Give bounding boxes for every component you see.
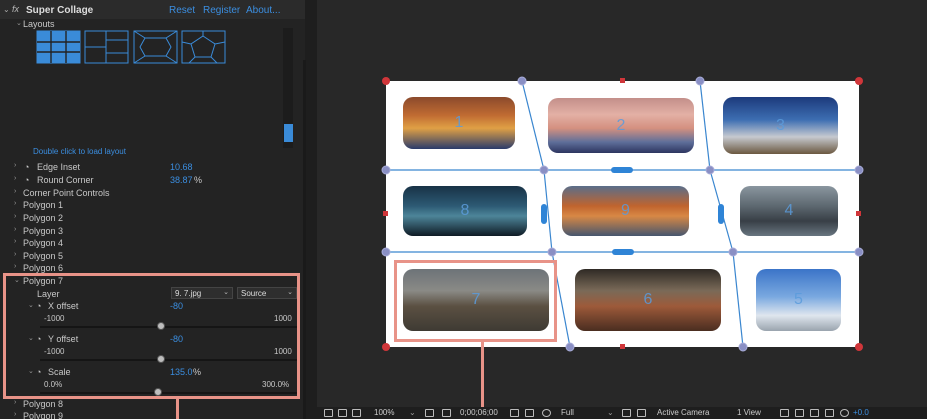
roi-icon[interactable] — [622, 409, 631, 417]
camera-select[interactable]: Active Camera — [657, 408, 709, 417]
highlight-connector — [176, 399, 179, 419]
transparency-icon[interactable] — [637, 409, 646, 417]
corner-point-controls-label: Corner Point Controls — [23, 188, 110, 198]
stopwatch-icon[interactable]: ◔ — [24, 162, 29, 172]
photo-number: 2 — [616, 116, 626, 134]
chevron-right-icon[interactable]: › — [14, 226, 22, 233]
polygon-7-highlight — [3, 273, 300, 399]
chevron-right-icon[interactable]: › — [14, 411, 22, 418]
guides-icon[interactable] — [795, 409, 804, 417]
photo-2[interactable]: 2 — [548, 98, 694, 153]
chevron-right-icon[interactable]: › — [14, 399, 22, 406]
photo-5[interactable]: 5 — [756, 269, 841, 331]
layout-grid-icon[interactable] — [36, 30, 81, 64]
polygon-label: Polygon 3 — [23, 226, 64, 236]
polygon-label: Polygon 8 — [23, 399, 64, 409]
color-icon[interactable] — [542, 409, 551, 417]
photo-number: 4 — [784, 202, 794, 219]
chevron-right-icon[interactable]: › — [14, 251, 22, 258]
zoom-select[interactable]: 100% — [374, 408, 394, 417]
flowchart-icon[interactable] — [825, 409, 834, 417]
edge-inset-label: Edge Inset — [37, 162, 81, 172]
photo-3[interactable]: 3 — [723, 97, 838, 154]
photo-7-highlight — [394, 260, 557, 342]
edge-inset-value[interactable]: 10.68 — [170, 162, 193, 172]
layouts-label: Layouts — [23, 19, 55, 29]
effect-header: ⌄ fx Super Collage Reset Register About.… — [0, 0, 305, 19]
photo-number: 1 — [454, 114, 464, 131]
collapse-icon[interactable]: ⌄ — [3, 5, 10, 14]
round-corner-value[interactable]: 38.87 — [170, 175, 193, 185]
layout-pentagon-icon[interactable] — [181, 30, 226, 64]
chevron-right-icon[interactable]: › — [14, 200, 22, 207]
round-corner-unit: % — [194, 175, 203, 185]
channel-icon[interactable] — [525, 409, 534, 417]
photo-8[interactable]: 8 — [403, 186, 527, 236]
polygon-label: Polygon 5 — [23, 251, 64, 261]
monitor-icon[interactable] — [324, 409, 333, 417]
photo-number: 5 — [794, 291, 803, 308]
effect-title: Super Collage — [26, 5, 94, 16]
panel-scrollbar[interactable] — [303, 60, 306, 419]
views-select[interactable]: 1 View — [737, 408, 761, 417]
timecode[interactable]: 0;00;06;00 — [460, 408, 498, 417]
stopwatch-icon[interactable]: ◔ — [24, 175, 29, 185]
mask-icon[interactable] — [352, 409, 361, 417]
grid-icon[interactable] — [338, 409, 347, 417]
register-link[interactable]: Register — [203, 5, 240, 16]
layouts-scrollbar[interactable] — [283, 28, 293, 148]
region-icon[interactable] — [442, 409, 451, 417]
camera-icon[interactable] — [510, 409, 519, 417]
layout-mixed-icon[interactable] — [84, 30, 129, 64]
edge-inset-row[interactable]: › ◔ Edge Inset 10.68 — [0, 162, 300, 174]
chevron-right-icon[interactable]: › — [14, 263, 22, 270]
chevron-down-icon[interactable]: ⌄ — [409, 408, 416, 417]
fx-label[interactable]: fx — [12, 4, 19, 14]
snap-icon[interactable] — [810, 409, 819, 417]
resolution-select[interactable]: Full — [561, 408, 574, 417]
about-link[interactable]: About... — [246, 5, 280, 16]
viewer-footer: 100% ⌄ 0;00;06;00 Full ⌄ Active Camera 1… — [317, 407, 927, 419]
photo-number: 3 — [776, 116, 785, 134]
scroll-thumb[interactable] — [284, 124, 293, 142]
polygon-label: Polygon 4 — [23, 238, 64, 248]
panel-divider[interactable] — [305, 0, 317, 419]
chevron-right-icon[interactable]: › — [14, 213, 22, 220]
photo-4[interactable]: 4 — [740, 186, 838, 236]
photo-number: 9 — [621, 202, 630, 219]
chevron-right-icon[interactable]: › — [14, 238, 22, 245]
polygon-label: Polygon 2 — [23, 213, 64, 223]
polygon-label: Polygon 6 — [23, 263, 64, 273]
exposure-value[interactable]: +0.0 — [853, 408, 869, 417]
exposure-icon[interactable] — [840, 409, 849, 417]
effect-controls-panel: ⌄ fx Super Collage Reset Register About.… — [0, 0, 305, 419]
layout-icon[interactable] — [780, 409, 789, 417]
photo-number: 8 — [460, 202, 470, 219]
fit-icon[interactable] — [425, 409, 434, 417]
round-corner-label: Round Corner — [37, 175, 94, 185]
chevron-down-icon[interactable]: ⌄ — [607, 408, 614, 417]
chevron-right-icon[interactable]: › — [14, 188, 22, 195]
photo-9[interactable]: 9 — [562, 186, 689, 236]
reset-link[interactable]: Reset — [169, 5, 195, 16]
round-corner-row[interactable]: › ◔ Round Corner 38.87 % — [0, 175, 300, 187]
photo-1[interactable]: 1 — [403, 97, 515, 149]
chevron-right-icon[interactable]: › — [14, 175, 22, 182]
polygon-label: Polygon 9 — [23, 411, 64, 419]
chevron-right-icon[interactable]: › — [14, 162, 22, 169]
layout-hint: Double click to load layout — [33, 147, 126, 156]
polygon-label: Polygon 1 — [23, 200, 64, 210]
photo-number: 6 — [643, 291, 653, 308]
photo-6[interactable]: 6 — [575, 269, 721, 331]
layout-octagon-icon[interactable] — [133, 30, 178, 64]
